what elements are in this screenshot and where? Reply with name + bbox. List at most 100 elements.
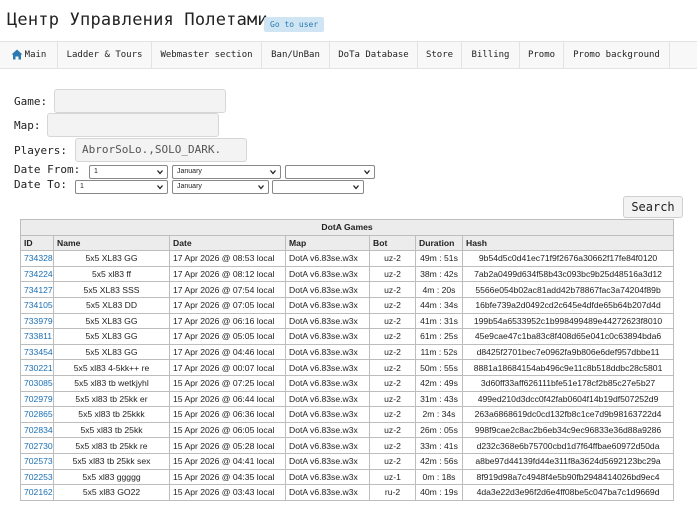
game-duration: 38m : 42s: [415, 265, 463, 283]
chevron-down-icon: [270, 170, 276, 175]
table-row: 733454 5x5 XL83 GG 17 Apr 2026 @ 04:46 loc…: [20, 343, 675, 361]
date-from-year-select[interactable]: [285, 165, 375, 179]
table-row: 734224 5x5 xl83 ff 17 Apr 2026 @ 08:12 loc…: [20, 265, 675, 283]
game-id-link[interactable]: 702573: [24, 456, 53, 466]
game-date: 15 Apr 2026 @ 05:28 local: [169, 437, 286, 454]
game-name: 5x5 xl83 GO22: [53, 484, 170, 501]
game-duration: 11m : 52s: [415, 343, 463, 361]
game-duration: 40m : 19s: [415, 484, 463, 501]
game-hash: d8425f2701bec7e0962fa9b806e6def957dbbe11: [461, 343, 675, 361]
game-id-link[interactable]: 702834: [24, 425, 53, 435]
game-date: 17 Apr 2026 @ 05:05 local: [169, 328, 286, 345]
game-date: 15 Apr 2026 @ 03:43 local: [169, 484, 286, 501]
table-row: 730221 5x5 xl83 4-5kk++ re 17 Apr 2026 @ 0…: [20, 359, 675, 376]
nav-item-promo-background[interactable]: Promo background: [564, 42, 670, 68]
players-input[interactable]: AbrorSoLo.,SOLO_DARK.: [75, 138, 247, 162]
date-from-month-select[interactable]: January: [172, 165, 281, 179]
game-bot: uz-1: [369, 468, 416, 486]
game-id-cell: 734127: [20, 281, 54, 298]
players-label: Players:: [14, 144, 67, 157]
game-hash: 5566e054b02ac81add42b78867fac3a74204f89b: [461, 281, 675, 298]
nav-item-ladder-tours[interactable]: Ladder & Tours: [58, 42, 152, 68]
game-duration: 61m : 25s: [415, 328, 463, 345]
table-header-row: ID Name Date Map Bot Duration Hash: [20, 234, 675, 252]
game-id-link[interactable]: 734224: [24, 269, 53, 279]
dota-games-table: DotA Games ID Name Date Map Bot Duration…: [19, 219, 675, 501]
date-to-month-select[interactable]: January: [172, 180, 269, 194]
go-to-user-button[interactable]: Go to user: [264, 17, 325, 32]
game-date: 17 Apr 2026 @ 07:54 local: [169, 281, 286, 298]
table-row: 734105 5x5 XL83 DD 17 Apr 2026 @ 07:05 loc…: [20, 296, 675, 314]
game-id-link[interactable]: 730221: [24, 363, 53, 373]
nav-item-dota-database[interactable]: DoTa Database: [330, 42, 418, 68]
date-from-day-select[interactable]: 1: [89, 165, 168, 179]
game-name: 5x5 xl83 tb 25kk re: [53, 437, 170, 454]
game-id-cell: 702730: [20, 437, 54, 454]
game-id-link[interactable]: 734127: [24, 285, 53, 295]
game-date: 15 Apr 2026 @ 04:41 local: [169, 452, 286, 470]
game-duration: 41m : 31s: [415, 312, 463, 330]
nav-item-promo[interactable]: Promo: [520, 42, 564, 68]
game-date: 15 Apr 2026 @ 04:35 local: [169, 468, 286, 486]
game-id-link[interactable]: 702865: [24, 409, 53, 419]
game-name: 5x5 XL83 GG: [53, 328, 170, 345]
game-hash: a8be97d44139fd44e311f8a3624d5692123bc29a: [461, 452, 675, 470]
game-id-cell: 734328: [20, 250, 54, 267]
nav-item-store[interactable]: Store: [418, 42, 462, 68]
game-name: 5x5 xl83 tb 25kk: [53, 421, 170, 439]
game-duration: 26m : 05s: [415, 421, 463, 439]
game-bot: uz-2: [369, 374, 416, 392]
game-duration: 31m : 43s: [415, 390, 463, 408]
game-input[interactable]: [54, 89, 226, 113]
game-hash: 9b54d5c0d41ec71f9f2676a30662f17fe84f0120: [461, 250, 675, 267]
nav-item-main[interactable]: Main: [0, 42, 58, 68]
game-id-link[interactable]: 702730: [24, 441, 53, 451]
game-date: 17 Apr 2026 @ 04:46 local: [169, 343, 286, 361]
chevron-down-icon: [364, 170, 370, 175]
game-bot: uz-2: [369, 296, 416, 314]
game-name: 5x5 xl83 tb 25kk sex: [53, 452, 170, 470]
game-duration: 4m : 20s: [415, 281, 463, 298]
game-name: 5x5 XL83 GG: [53, 250, 170, 267]
search-button[interactable]: Search: [623, 196, 683, 218]
map-input[interactable]: [47, 113, 219, 137]
column-header: Name: [53, 234, 170, 252]
game-hash: 499ed210d3dcc0f42fab0604f14b19df507252d9: [461, 390, 675, 408]
game-bot: uz-2: [369, 359, 416, 376]
game-name: 5x5 XL83 DD: [53, 296, 170, 314]
table-row: 703085 5x5 xl83 tb wetkjyhl 15 Apr 2026 @ …: [20, 374, 675, 392]
game-name: 5x5 XL83 SSS: [53, 281, 170, 298]
game-id-link[interactable]: 733979: [24, 316, 53, 326]
game-date: 15 Apr 2026 @ 06:44 local: [169, 390, 286, 408]
date-to-year-select[interactable]: [272, 180, 364, 194]
table-row: 702834 5x5 xl83 tb 25kk 15 Apr 2026 @ 06:0…: [20, 421, 675, 439]
game-id-link[interactable]: 734328: [24, 253, 53, 263]
game-id-link[interactable]: 702253: [24, 472, 53, 482]
column-header: Bot: [369, 234, 416, 252]
game-duration: 42m : 49s: [415, 374, 463, 392]
game-map: DotA v6.83se.w3x: [285, 421, 370, 439]
game-id-link[interactable]: 733811: [24, 331, 52, 341]
game-bot: uz-2: [369, 390, 416, 408]
chevron-down-icon: [157, 185, 163, 190]
nav-item-ban-unban[interactable]: Ban/UnBan: [262, 42, 330, 68]
game-name: 5x5 xl83 tb 25kkk: [53, 406, 170, 423]
table-row: 702979 5x5 xl83 tb 25kk er 15 Apr 2026 @ 0…: [20, 390, 675, 408]
game-bot: uz-2: [369, 265, 416, 283]
game-date: 17 Apr 2026 @ 08:12 local: [169, 265, 286, 283]
nav-item-billing[interactable]: Billing: [462, 42, 520, 68]
game-name: 5x5 xl83 tb wetkjyhl: [53, 374, 170, 392]
game-id-link[interactable]: 703085: [24, 378, 53, 388]
game-map: DotA v6.83se.w3x: [285, 406, 370, 423]
game-id-link[interactable]: 734105: [24, 300, 53, 310]
date-to-day-select[interactable]: 1: [75, 180, 168, 194]
game-name: 5x5 xl83 4-5kk++ re: [53, 359, 170, 376]
game-id-link[interactable]: 702162: [24, 487, 53, 497]
nav-item-webmaster-section[interactable]: Webmaster section: [152, 42, 262, 68]
game-id-link[interactable]: 733454: [24, 347, 53, 357]
game-bot: uz-2: [369, 281, 416, 298]
game-bot: uz-2: [369, 343, 416, 361]
table-row: 734328 5x5 XL83 GG 17 Apr 2026 @ 08:53 loc…: [20, 250, 675, 267]
game-id-cell: 730221: [20, 359, 54, 376]
game-id-link[interactable]: 702979: [24, 394, 53, 404]
